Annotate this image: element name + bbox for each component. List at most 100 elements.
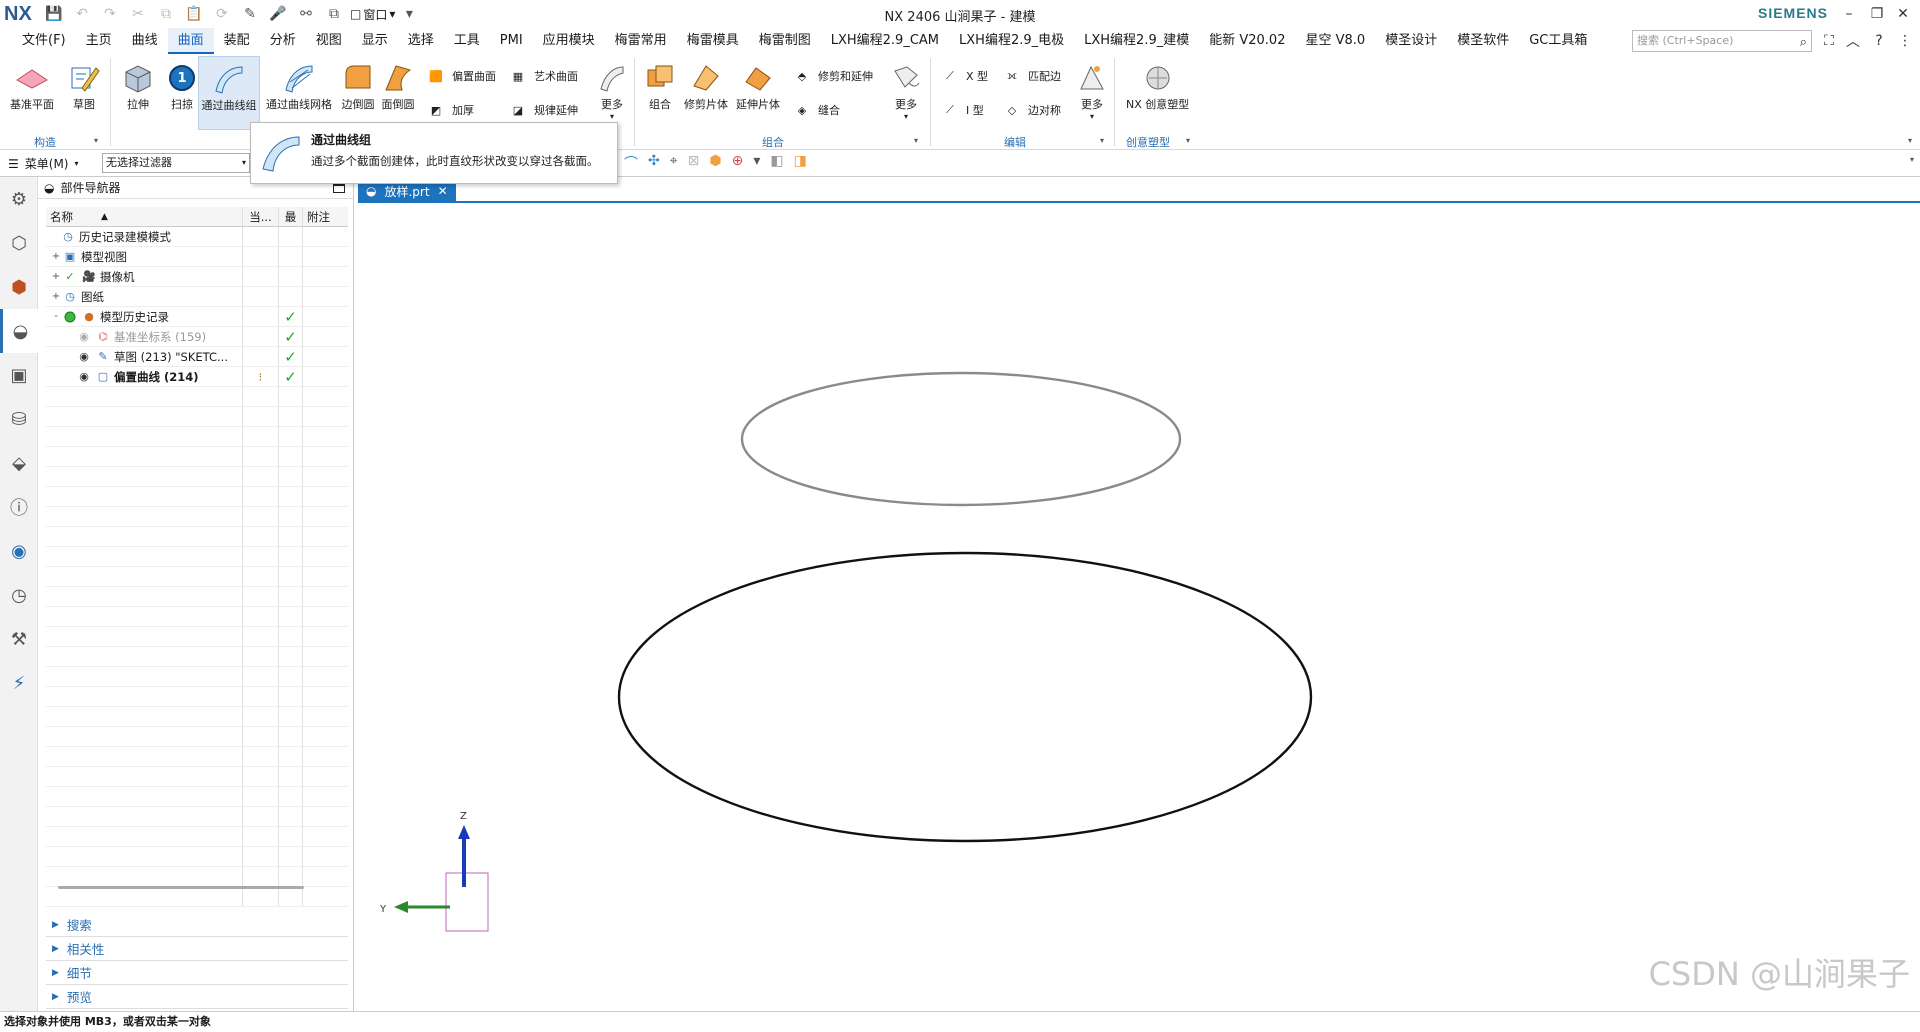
curve-snap-icon[interactable]: ⌒: [624, 153, 638, 173]
ribbon-options-icon[interactable]: ▾: [1908, 136, 1912, 145]
maximize-icon[interactable]: [333, 182, 345, 193]
match-edge-button[interactable]: ⟗ 匹配边: [1000, 64, 1061, 88]
combine-dropdown-icon[interactable]: ▾: [914, 136, 918, 145]
visibility-check-icon[interactable]: ✓: [62, 270, 78, 284]
navigator-section[interactable]: ▶ 相关性: [46, 937, 348, 961]
column-current[interactable]: 当...: [242, 207, 278, 226]
menu-item[interactable]: 选择: [398, 28, 444, 54]
touch-icon[interactable]: ✎: [236, 2, 264, 26]
creative-dropdown-icon[interactable]: ▾: [1186, 136, 1190, 145]
restore-icon[interactable]: ❐: [1864, 2, 1890, 26]
menu-item[interactable]: LXH编程2.9_建模: [1074, 28, 1199, 54]
combine-more-button[interactable]: 更多 ▾: [888, 60, 924, 121]
column-note[interactable]: 附注: [302, 207, 348, 226]
studio-surface-button[interactable]: ▦ 艺术曲面: [506, 64, 578, 88]
tree-row[interactable]: ◉ ▢ 偏置曲线 (214) ⁝ ✓: [46, 367, 348, 387]
process-studio-icon[interactable]: ◉: [0, 529, 38, 573]
trim-sheet-button[interactable]: 修剪片体: [684, 60, 728, 112]
tree-row[interactable]: + ▣ 模型视图: [46, 247, 348, 267]
menu-dropdown[interactable]: ☰ 菜单(M) ▾: [8, 155, 79, 172]
selection-filter-dropdown[interactable]: 无选择过滤器 ▾: [102, 153, 250, 173]
menu-item[interactable]: 梅雷制图: [749, 28, 821, 54]
x-form-button[interactable]: ⟋ X 型: [938, 64, 988, 88]
menu-item[interactable]: 分析: [260, 28, 306, 54]
offset-curve-ellipse[interactable]: [740, 371, 1182, 507]
horizontal-scrollbar[interactable]: [58, 886, 304, 889]
minimize-icon[interactable]: –: [1836, 2, 1862, 26]
close-tab-icon[interactable]: ✕: [438, 184, 448, 198]
construct-dropdown-icon[interactable]: ▾: [94, 136, 98, 145]
sketch-button[interactable]: 草图: [66, 60, 102, 112]
menu-item[interactable]: 视图: [306, 28, 352, 54]
sweep-button[interactable]: 1 扫掠: [164, 60, 200, 112]
command-search-input[interactable]: 搜索 (Ctrl+Space) ⌕: [1632, 30, 1812, 52]
wireframe-icon[interactable]: ◨: [794, 153, 807, 173]
document-tab[interactable]: ◒ 放样.prt ✕: [358, 181, 456, 201]
menu-item[interactable]: 梅雷常用: [605, 28, 677, 54]
law-extension-button[interactable]: ◪ 规律延伸: [506, 98, 578, 122]
edit-more-button[interactable]: 更多 ▾: [1074, 60, 1110, 121]
collapse-icon[interactable]: -: [50, 311, 62, 322]
clock-icon[interactable]: ◷: [0, 573, 38, 617]
tree-row[interactable]: ◉ ✎ 草图 (213) "SKETC... ✓: [46, 347, 348, 367]
switch-window-icon[interactable]: ⧉: [320, 2, 348, 26]
menu-item[interactable]: LXH编程2.9_电极: [949, 28, 1074, 54]
expand-icon[interactable]: +: [50, 251, 62, 262]
edge-symmetry-button[interactable]: ◇ 边对称: [1000, 98, 1061, 122]
navigator-section[interactable]: ▶ 预览: [46, 985, 348, 1009]
face-blend-button[interactable]: 面倒圆: [380, 60, 416, 112]
menu-item[interactable]: 模圣软件: [1447, 28, 1519, 54]
expand-icon[interactable]: +: [50, 271, 62, 282]
i-form-button[interactable]: ⟋ I 型: [938, 98, 984, 122]
visibility-eye-icon[interactable]: ◉: [76, 330, 92, 344]
tree-row[interactable]: + ◷ 图纸: [46, 287, 348, 307]
sew-button[interactable]: ◈ 缝合: [790, 98, 840, 122]
menu-item[interactable]: 应用模块: [533, 28, 605, 54]
menu-item[interactable]: 能新 V20.02: [1199, 28, 1295, 54]
surface-more-button[interactable]: 更多 ▾: [594, 60, 630, 121]
redo-icon[interactable]: ↷: [96, 2, 124, 26]
roles-icon[interactable]: ⚒: [0, 617, 38, 661]
repeat-icon[interactable]: ⟳: [208, 2, 236, 26]
through-curves-button[interactable]: 通过曲线组: [198, 56, 260, 130]
deselect-icon[interactable]: ⊠: [688, 153, 700, 173]
system-materials-icon[interactable]: ⚡: [0, 661, 38, 705]
web-browser-icon[interactable]: ⬙: [0, 441, 38, 485]
edge-blend-button[interactable]: 边倒圆: [340, 60, 376, 112]
copy-icon[interactable]: ⧉: [152, 2, 180, 26]
menu-item[interactable]: 星空 V8.0: [1295, 28, 1375, 54]
extend-sheet-button[interactable]: 延伸片体: [736, 60, 780, 112]
more-options-icon[interactable]: ⋮: [1894, 30, 1916, 52]
constraint-navigator-icon[interactable]: ⬢: [0, 265, 38, 309]
pick-icon[interactable]: ⌖: [670, 153, 678, 173]
history-icon[interactable]: ⓘ: [0, 485, 38, 529]
customize-icon[interactable]: ▾: [395, 2, 423, 26]
menu-item[interactable]: 模圣设计: [1375, 28, 1447, 54]
trim-and-extend-button[interactable]: ⬘ 修剪和延伸: [790, 64, 873, 88]
extrude-button[interactable]: 拉伸: [120, 60, 156, 112]
visibility-eye-icon[interactable]: ◉: [76, 350, 92, 364]
menu-item[interactable]: 显示: [352, 28, 398, 54]
point-snap-icon[interactable]: ✣: [648, 153, 660, 173]
visibility-eye-icon[interactable]: ◉: [76, 370, 92, 384]
settings-icon[interactable]: ⚙: [0, 177, 38, 221]
toolbar-options-icon[interactable]: ▾: [1910, 155, 1914, 164]
unite-button[interactable]: 组合: [642, 60, 678, 112]
menu-item[interactable]: 文件(F): [12, 28, 76, 54]
tree-row[interactable]: + ✓ 🎥 摄像机: [46, 267, 348, 287]
navigator-section[interactable]: ▶ 细节: [46, 961, 348, 985]
menu-item[interactable]: 主页: [76, 28, 122, 54]
menu-item[interactable]: 曲面: [167, 28, 214, 54]
menu-item[interactable]: 工具: [444, 28, 490, 54]
paste-icon[interactable]: 📋: [180, 2, 208, 26]
fullscreen-icon[interactable]: ⛶: [1818, 30, 1840, 52]
menu-item[interactable]: PMI: [490, 28, 533, 54]
hd3d-tools-icon[interactable]: ⛁: [0, 397, 38, 441]
microphone-icon[interactable]: 🎤: [264, 2, 292, 26]
expand-icon[interactable]: +: [50, 291, 62, 302]
through-curve-mesh-button[interactable]: 通过曲线网格: [266, 60, 332, 112]
shaded-icon[interactable]: ◧: [770, 153, 783, 173]
tree-row[interactable]: ◉ ⌬ 基准坐标系 (159) ✓: [46, 327, 348, 347]
sketch-curve-ellipse[interactable]: [617, 551, 1313, 843]
edit-dropdown-icon[interactable]: ▾: [1100, 136, 1104, 145]
